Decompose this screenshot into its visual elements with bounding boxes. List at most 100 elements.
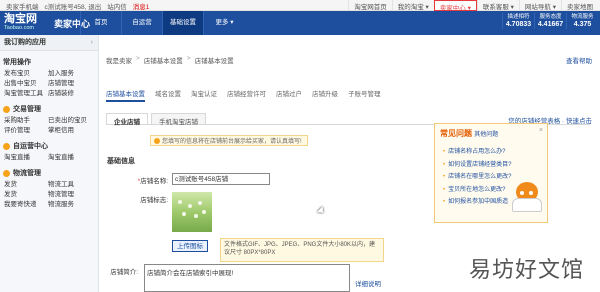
tab-domain[interactable]: 域名设置 (155, 88, 181, 102)
rating-service[interactable]: 服务态度 4.41667 (534, 13, 566, 29)
messages-link[interactable]: 消息1 (133, 1, 150, 11)
desc-detail-link[interactable]: 详细说明 (355, 278, 381, 288)
subtab-mobile-shop[interactable]: 手机淘宝店铺 (151, 113, 206, 126)
sidebar-item[interactable]: 发布宝贝 (4, 69, 48, 78)
info-icon (154, 137, 160, 144)
taobao-logo[interactable]: 淘宝网 Taobao.com (4, 13, 52, 33)
faq-item[interactable]: 店铺名称占用怎么办? (443, 146, 511, 159)
seller-map-link[interactable]: 卖家地图 (561, 0, 598, 11)
logo-dot (182, 212, 186, 216)
breadcrumb-separator: > (136, 55, 140, 62)
tab-upgrade[interactable]: 店铺升级 (312, 88, 338, 102)
faq-item[interactable]: 宝贝所在地怎么更改? (443, 184, 511, 197)
my-apps-label: 我订购的应用 (4, 39, 46, 46)
logo-dot (188, 204, 192, 208)
sidebar-item[interactable]: 采购助手 (4, 116, 48, 125)
info-notice: 您填写的信息将在店铺前台展示给买家，请认真填写! (150, 135, 308, 146)
taobao-home-link[interactable]: 淘宝网首页 (348, 0, 392, 11)
sidebar-item[interactable]: 发货 (4, 180, 48, 189)
my-taobao-menu[interactable]: 我的淘宝 ▾ (391, 0, 434, 11)
inbox-link[interactable]: 站内信 (107, 1, 127, 11)
help-link[interactable]: 查看帮助 (566, 55, 592, 65)
my-apps-header[interactable]: 我订购的应用 › (0, 35, 98, 51)
sidebar-item[interactable]: 物流工具 (48, 180, 98, 189)
notice-text: 您填写的信息将在店铺前台展示给买家，请认真填写! (162, 139, 302, 145)
section-items: 发布宝贝 加入服务 出售中宝贝 店铺管理 淘宝管理工具 店铺装修 (0, 69, 98, 98)
watermark: 易坊好文馆 (468, 258, 584, 283)
breadcrumb-item[interactable]: 我是卖家 (106, 55, 132, 65)
sidebar-item[interactable]: 评价管理 (4, 126, 48, 135)
breadcrumb-item[interactable]: 店铺基本设置 (144, 55, 183, 65)
section-title: 自运营中心 (13, 143, 48, 150)
label-text: 店铺名称: (140, 178, 168, 185)
sidebar-item[interactable]: 加入服务 (48, 69, 98, 78)
main-header: 淘宝网 Taobao.com 卖家中心 首页 自运营 基础设置 更多 ▾ 描述相… (0, 11, 600, 35)
subtab-enterprise-shop[interactable]: 企业店铺 (106, 113, 148, 126)
section-logistics[interactable]: 物流管理 (0, 168, 98, 178)
sidebar-item[interactable]: 物流服务 (48, 200, 98, 209)
shop-ratings: 描述相符 4.70833 服务态度 4.41667 物流服务 4.375 (502, 13, 598, 29)
sidebar-item[interactable]: 我要寄快递 (4, 200, 48, 209)
mascot-eye (529, 191, 533, 195)
logo-dot (202, 210, 206, 214)
sidebar-item[interactable]: 物流管理 (48, 190, 98, 199)
trade-icon (3, 105, 10, 113)
logo-dot (194, 214, 198, 218)
logo-dot (198, 201, 202, 205)
section-heading: 基础信息 (107, 158, 135, 165)
faq-list: 店铺名称占用怎么办? 如何设置店铺经营类目? 店铺名在哪里怎么更改? 宝贝所在地… (443, 146, 511, 209)
tab-transfer[interactable]: 店铺过户 (276, 88, 302, 102)
section-trade-mgmt[interactable]: 交易管理 (0, 104, 98, 114)
rating-value: 4.375 (573, 21, 592, 28)
tab-certification[interactable]: 淘宝认证 (191, 88, 217, 102)
settings-tabs: 店铺基本设置 域名设置 淘宝认证 店铺经营许可 店铺过户 店铺升级 子账号管理 (106, 88, 381, 102)
shop-name-input[interactable]: c测试账号458店铺 (172, 173, 270, 185)
section-title: 常用操作 (3, 59, 31, 66)
sidebar-item[interactable]: 店铺管理 (48, 79, 98, 88)
sidebar-item[interactable]: 发货 (4, 190, 48, 199)
faq-item[interactable]: 店铺名在哪里怎么更改? (443, 171, 511, 184)
shop-desc-label: 店铺简介: (110, 269, 138, 276)
upload-tip: 文件格式GIF、JPG、JPEG、PNG文件大小80K以内，建议尺寸 80PX*… (220, 238, 384, 262)
section-items: 淘宝直播 淘宝直播 (0, 153, 98, 162)
shop-desc-textarea[interactable]: 店铺简介会在店铺索引中展现! (144, 264, 350, 292)
tab-shop-basic[interactable]: 店铺基本设置 (106, 88, 145, 102)
faq-item[interactable]: 如何报名参加中国质造 (443, 196, 511, 209)
mobile-seller-link[interactable]: 卖家手机端 (6, 1, 39, 11)
rating-label: 物流服务 (571, 14, 594, 20)
rating-label: 描述相符 (507, 14, 530, 20)
faq-item[interactable]: 如何设置店铺经营类目? (443, 159, 511, 172)
section-common-ops[interactable]: 常用操作 (0, 57, 98, 67)
logo-text-cn: 淘宝网 (4, 13, 37, 25)
faq-more-link[interactable]: 其他问题 (474, 132, 498, 138)
section-self-operation[interactable]: 自运营中心 (0, 141, 98, 151)
site-nav-menu[interactable]: 网站导航 ▾ (518, 0, 561, 11)
tab-license[interactable]: 店铺经营许可 (227, 88, 266, 102)
seller-center-menu[interactable]: 卖家中心 ▾ (433, 0, 477, 12)
nav-basic-settings[interactable]: 基础设置 (162, 11, 203, 35)
sidebar-item[interactable]: 淘宝直播 (48, 153, 98, 162)
shop-logo-label: 店铺标志: (140, 197, 168, 204)
nav-home[interactable]: 首页 (80, 11, 121, 35)
rating-logistics[interactable]: 物流服务 4.375 (566, 13, 598, 29)
sidebar-item[interactable]: 掌柜信用 (48, 126, 98, 135)
logistics-icon (3, 169, 10, 177)
sidebar-item[interactable]: 淘宝直播 (4, 153, 48, 162)
contact-service-menu[interactable]: 联系客服 ▾ (476, 0, 519, 11)
sidebar-item[interactable]: 淘宝管理工具 (4, 89, 48, 98)
section-items: 发货 物流工具 发货 物流管理 我要寄快递 物流服务 (0, 180, 98, 209)
tab-subaccounts[interactable]: 子账号管理 (348, 88, 381, 102)
top-bar-left: 卖家手机端 c测试账号458, 退出 站内信 消息1 (6, 1, 149, 11)
nav-more[interactable]: 更多 ▾ (203, 11, 245, 35)
mouse-cursor-icon (316, 206, 327, 216)
rating-value: 4.70833 (505, 21, 532, 28)
sidebar-item[interactable]: 店铺装修 (48, 89, 98, 98)
breadcrumb-separator: > (186, 55, 191, 62)
nav-self-operation[interactable]: 自运营 (121, 11, 162, 35)
sidebar-item[interactable]: 出售中宝贝 (4, 79, 48, 88)
rating-description[interactable]: 描述相符 4.70833 (502, 13, 534, 29)
sidebar-item[interactable]: 已卖出的宝贝 (48, 116, 98, 125)
close-icon[interactable]: × (539, 127, 543, 134)
account-logout-link[interactable]: c测试账号458, 退出 (45, 1, 102, 11)
upload-logo-button[interactable]: 上传图标 (172, 240, 208, 252)
